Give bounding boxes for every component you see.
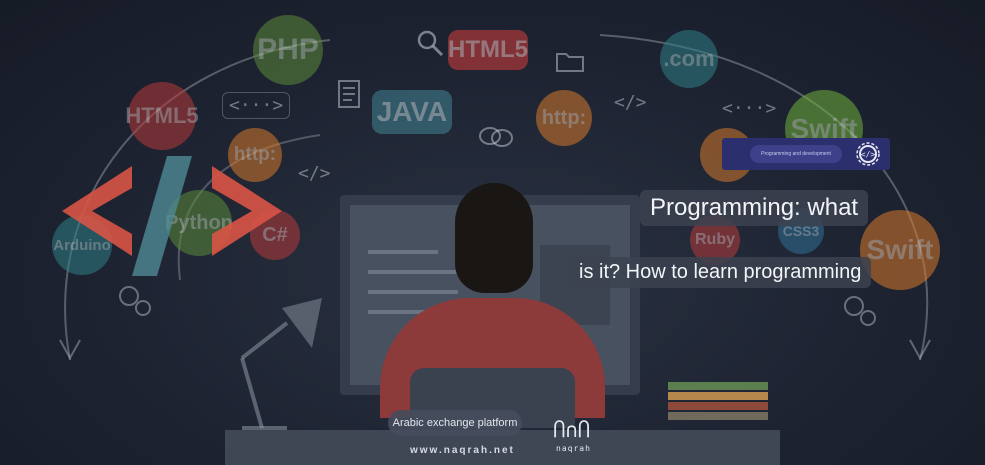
code-symbol: </> bbox=[298, 163, 331, 184]
document-icon bbox=[338, 80, 360, 108]
svg-text:</>: </> bbox=[861, 150, 876, 159]
site-url[interactable]: www.naqrah.net bbox=[410, 445, 515, 456]
php-bubble: PHP bbox=[253, 15, 323, 85]
chat-icon bbox=[479, 127, 513, 147]
category-badge[interactable]: Programming and development </> bbox=[722, 138, 890, 170]
html5-tag: HTML5 bbox=[448, 30, 528, 70]
person-head bbox=[455, 183, 533, 293]
java-tag: JAVA bbox=[372, 90, 452, 134]
headline-line-1: Programming: what bbox=[640, 190, 869, 226]
hero-image: PHP HTML5 .com HTML5 JAVA http: http: Sw… bbox=[0, 0, 985, 465]
dotcom-bubble: .com bbox=[660, 30, 718, 88]
book-stack bbox=[668, 382, 768, 422]
code-symbol: <···> bbox=[222, 92, 291, 119]
logo-text: naqrah bbox=[556, 444, 591, 453]
http-bubble-center: http: bbox=[536, 90, 592, 146]
gear-code-icon: </> bbox=[856, 142, 880, 166]
desk-lamp bbox=[240, 298, 322, 434]
category-label: Programming and development bbox=[750, 145, 842, 163]
swift-bubble-right: Swift bbox=[860, 210, 940, 290]
gears-icon bbox=[119, 286, 151, 316]
html5-bubble: HTML5 bbox=[125, 82, 199, 150]
platform-label: Arabic exchange platform bbox=[388, 410, 522, 436]
code-symbol: </> bbox=[614, 92, 647, 113]
folder-icon bbox=[556, 53, 584, 72]
logo-mark: Ⴖ∩Ⴖ bbox=[553, 418, 591, 442]
search-icon bbox=[417, 30, 444, 57]
naqrah-logo: Ⴖ∩Ⴖ naqrah bbox=[553, 418, 591, 453]
gears-icon bbox=[844, 296, 876, 326]
headline-line-2: is it? How to learn programming bbox=[569, 257, 872, 288]
code-brackets-logo bbox=[62, 156, 282, 276]
code-symbol: <···> bbox=[722, 98, 777, 119]
